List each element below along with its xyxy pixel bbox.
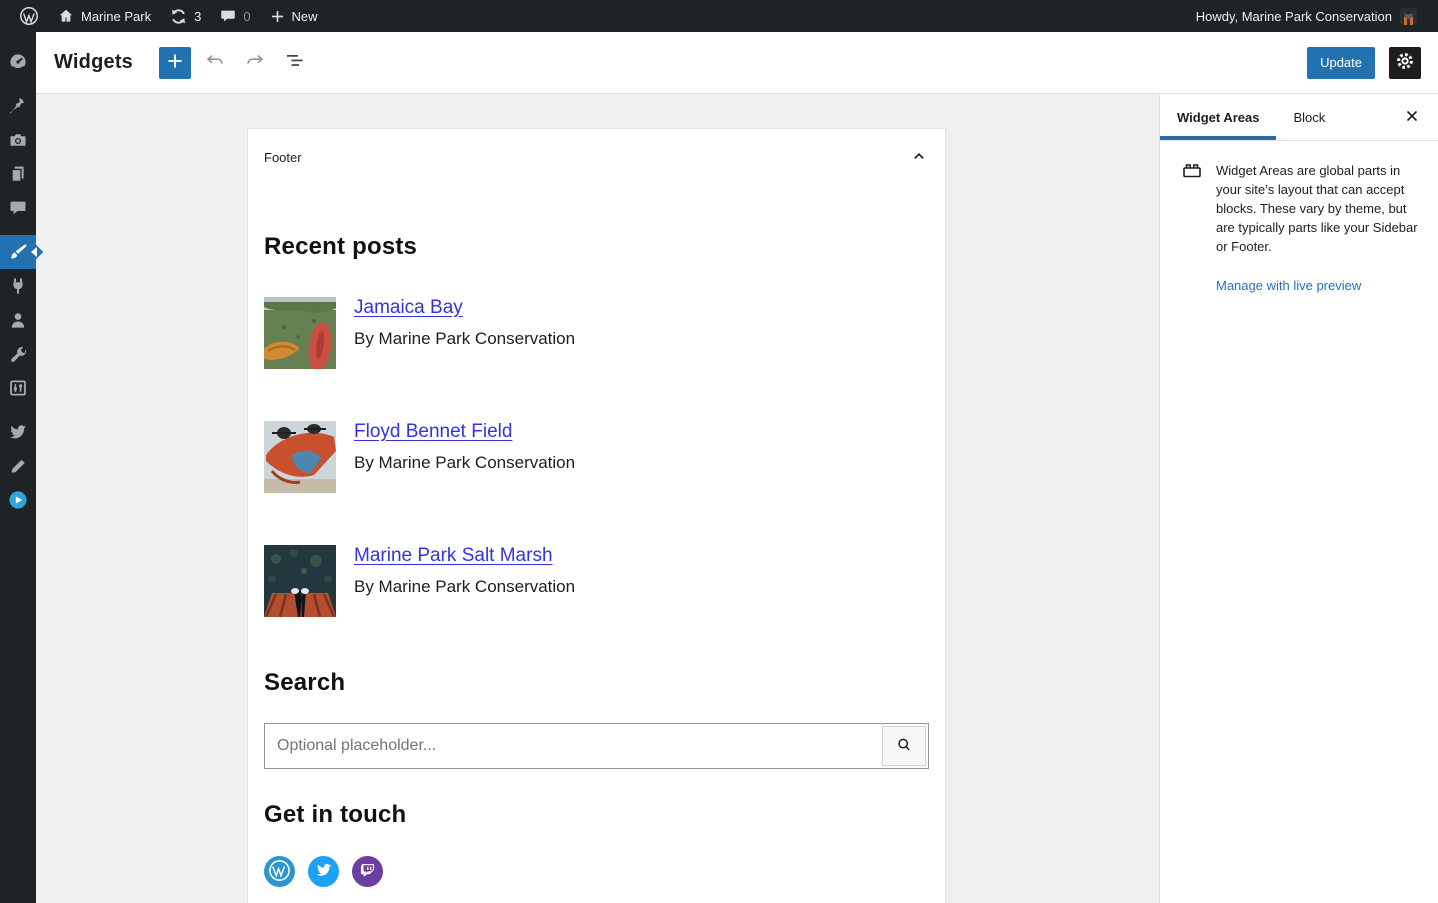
twitch-icon [359, 862, 376, 882]
post-byline: By Marine Park Conservation [354, 577, 575, 597]
menu-item-appearance[interactable] [0, 235, 36, 269]
account-menu[interactable]: Howdy, Marine Park Conservation [1187, 0, 1426, 32]
menu-item-media[interactable] [0, 123, 36, 157]
list-view-icon [283, 49, 307, 76]
new-label: New [292, 9, 318, 24]
wordpress-logo-menu[interactable] [10, 0, 48, 32]
settings-button[interactable] [1389, 47, 1421, 79]
chevron-up-icon [909, 146, 929, 169]
post-link[interactable]: Floyd Bennet Field [354, 421, 512, 443]
menu-item-pages[interactable] [0, 157, 36, 191]
comments-bubble-icon [8, 198, 28, 218]
menu-item-settings[interactable] [0, 371, 36, 405]
user-icon [8, 310, 28, 330]
menu-item-users[interactable] [0, 303, 36, 337]
manage-live-preview-link[interactable]: Manage with live preview [1216, 278, 1361, 293]
wordpress-social-link[interactable] [264, 856, 295, 887]
inspector-tabs: Widget Areas Block [1160, 94, 1438, 141]
menu-item-posts[interactable] [0, 89, 36, 123]
twitter-social-link[interactable] [308, 856, 339, 887]
post-link[interactable]: Marine Park Salt Marsh [354, 545, 553, 567]
sliders-icon [8, 378, 28, 398]
plus-icon [269, 8, 286, 25]
twitter-icon [8, 422, 28, 442]
post-thumbnail-marine-park-salt-marsh[interactable] [264, 545, 336, 617]
menu-item-dashboard[interactable] [0, 45, 36, 79]
comments-count: 0 [243, 9, 250, 24]
howdy-text: Howdy, Marine Park Conservation [1196, 9, 1392, 24]
updates-icon [169, 7, 188, 26]
menu-item-edit[interactable] [0, 449, 36, 483]
redo-icon [243, 49, 267, 76]
widget-areas-description: Widget Areas are global parts in your si… [1216, 161, 1418, 256]
media-icon [8, 130, 28, 150]
avatar [1400, 8, 1417, 25]
get-in-touch-heading: Get in touch [264, 801, 929, 829]
menu-item-tools[interactable] [0, 337, 36, 371]
tab-widget-areas[interactable]: Widget Areas [1160, 94, 1276, 140]
comments-menu[interactable]: 0 [210, 0, 259, 32]
recent-post-item: Marine Park Salt Marsh By Marine Park Co… [264, 545, 929, 617]
recent-post-item: Jamaica Bay By Marine Park Conservation [264, 297, 929, 369]
tab-block[interactable]: Block [1276, 94, 1342, 140]
recent-post-item: Floyd Bennet Field By Marine Park Conser… [264, 421, 929, 493]
comments-icon [219, 7, 237, 25]
dashboard-icon [8, 52, 28, 72]
post-thumbnail-floyd-bennet-field[interactable] [264, 421, 336, 493]
widget-area-icon [1180, 161, 1204, 256]
wordpress-icon [264, 855, 295, 889]
search-icon [893, 734, 915, 759]
list-view-button[interactable] [279, 47, 311, 79]
post-byline: By Marine Park Conservation [354, 453, 575, 473]
search-widget [264, 723, 929, 769]
wordpress-logo-icon [19, 6, 39, 26]
wrench-icon [8, 344, 28, 364]
home-icon [57, 7, 75, 25]
page-title: Widgets [54, 51, 133, 74]
block-inserter-button[interactable] [159, 47, 191, 79]
site-name: Marine Park [81, 9, 151, 24]
plus-icon [165, 51, 185, 74]
search-submit-button[interactable] [882, 726, 926, 766]
collapse-panel-button[interactable] [909, 146, 929, 169]
widget-area-title: Footer [264, 150, 302, 165]
admin-bar: Marine Park 3 0 New Howdy, Marine Park C… [0, 0, 1438, 32]
twitch-social-link[interactable] [352, 856, 383, 887]
menu-item-twitter-plugin[interactable] [0, 415, 36, 449]
undo-icon [203, 49, 227, 76]
twitter-icon [315, 861, 333, 882]
pages-icon [8, 164, 28, 184]
pushpin-icon [8, 96, 28, 116]
menu-item-comments[interactable] [0, 191, 36, 225]
menu-item-plugins[interactable] [0, 269, 36, 303]
editor-header: Widgets Update [36, 32, 1438, 94]
post-link[interactable]: Jamaica Bay [354, 297, 463, 319]
site-menu[interactable]: Marine Park [48, 0, 160, 32]
redo-button[interactable] [239, 47, 271, 79]
update-button[interactable]: Update [1307, 47, 1375, 79]
post-byline: By Marine Park Conservation [354, 329, 575, 349]
admin-menu [0, 32, 36, 903]
social-links-widget [264, 856, 929, 887]
paintbrush-icon [8, 242, 28, 262]
menu-item-videopress[interactable] [0, 483, 36, 517]
pencil-icon [8, 456, 28, 476]
new-content-menu[interactable]: New [260, 0, 327, 32]
gear-icon [1395, 51, 1415, 74]
editor-canvas: Footer Recent posts Jamaica Bay By Marin… [36, 94, 1159, 903]
close-icon [1403, 107, 1421, 128]
search-heading: Search [264, 669, 929, 697]
updates-menu[interactable]: 3 [160, 0, 210, 32]
updates-count: 3 [194, 9, 201, 24]
footer-widget-area-panel: Footer Recent posts Jamaica Bay By Marin… [247, 128, 946, 903]
recent-posts-heading: Recent posts [264, 233, 929, 261]
play-circle-icon [8, 490, 28, 510]
wordpress-widgets-editor: Marine Park 3 0 New Howdy, Marine Park C… [0, 0, 1438, 903]
undo-button[interactable] [199, 47, 231, 79]
search-input[interactable] [264, 723, 929, 769]
plug-icon [8, 276, 28, 296]
post-thumbnail-jamaica-bay[interactable] [264, 297, 336, 369]
close-sidebar-button[interactable] [1396, 101, 1428, 133]
inspector-sidebar: Widget Areas Block Widget Areas are glob… [1159, 94, 1438, 903]
